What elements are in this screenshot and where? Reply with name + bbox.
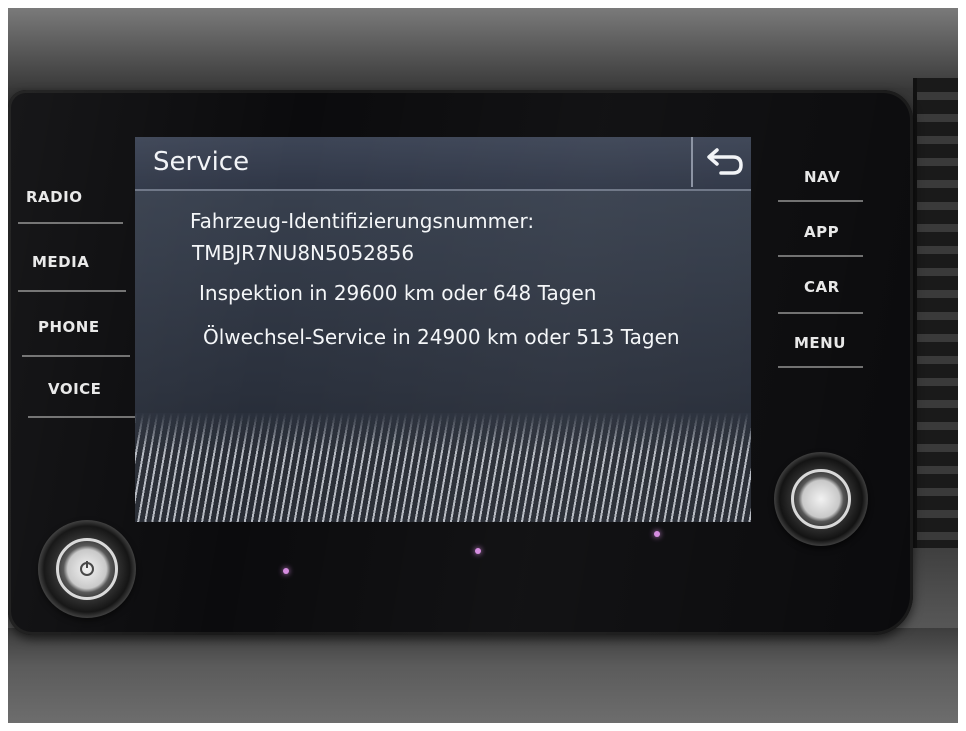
back-arrow-icon [707,148,743,175]
media-button-label: MEDIA [32,253,90,271]
tuning-knob[interactable] [774,452,868,546]
vin-label: Fahrzeug-Identifizierungsnummer: [190,209,535,233]
media-button[interactable]: MEDIA [18,245,126,292]
phone-button-label: PHONE [38,318,100,336]
button-divider [778,200,863,202]
title-bar: Service [135,137,751,191]
app-button[interactable]: APP [778,215,868,257]
radio-button-label: RADIO [26,188,83,206]
nav-button[interactable]: NAV [778,160,868,202]
app-button-label: APP [804,223,840,241]
nav-button-label: NAV [804,168,841,186]
button-divider [778,366,863,368]
menu-button[interactable]: MENU [778,326,868,368]
inspection-info: Inspektion in 29600 km oder 648 Tagen [199,281,597,305]
menu-button-label: MENU [794,334,846,352]
voice-button-label: VOICE [48,380,102,398]
background-fade [135,413,751,453]
car-button-label: CAR [804,278,840,296]
air-vent [913,78,958,548]
car-button[interactable]: CAR [778,272,868,314]
voice-button[interactable]: VOICE [18,372,136,418]
knob-ring [791,469,851,529]
back-button[interactable] [691,137,751,187]
radio-button[interactable]: RADIO [18,180,123,224]
button-divider [22,355,130,357]
proximity-sensor-dot [475,548,481,554]
proximity-sensor-dot [654,531,660,537]
photo-frame: RADIO MEDIA PHONE VOICE NAV APP CAR MENU… [8,8,958,723]
power-volume-knob[interactable] [38,520,136,618]
vin-value: TMBJR7NU8N5052856 [192,241,415,265]
infotainment-unit: RADIO MEDIA PHONE VOICE NAV APP CAR MENU… [8,90,913,635]
button-divider [28,416,136,418]
button-divider [18,290,126,292]
display-screen: Service Fahrzeug-Identifizierungsnummer:… [135,137,751,522]
power-icon [80,561,94,576]
button-divider [778,312,863,314]
oil-service-info: Ölwechsel-Service in 24900 km oder 513 T… [203,325,680,349]
button-divider [778,255,863,257]
dashboard-bottom [8,628,958,723]
proximity-sensor-dot [283,568,289,574]
service-info-panel: Fahrzeug-Identifizierungsnummer: TMBJR7N… [135,191,751,522]
button-divider [18,222,123,224]
page-title: Service [153,147,250,177]
dashboard-top [8,8,958,88]
phone-button[interactable]: PHONE [18,310,130,357]
